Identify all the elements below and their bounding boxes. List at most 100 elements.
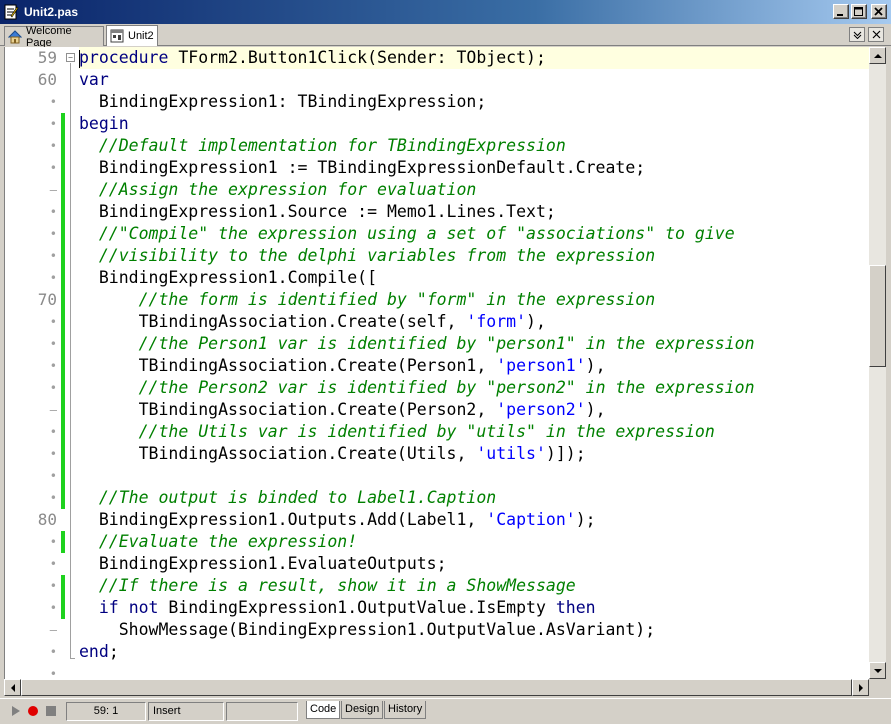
code-line[interactable]: BindingExpression1: TBindingExpression;: [79, 91, 869, 113]
tab-list-dropdown[interactable]: [849, 27, 865, 42]
line-number: •: [49, 227, 57, 241]
line-number: •: [49, 447, 57, 461]
line-number: •: [49, 425, 57, 439]
code-line[interactable]: var: [79, 69, 869, 91]
scroll-right-button[interactable]: [852, 679, 869, 696]
chevron-down-icon: [853, 31, 861, 39]
maximize-button[interactable]: [851, 4, 867, 19]
line-number: •: [49, 249, 57, 263]
code-line[interactable]: [79, 465, 869, 487]
editor-tab-strip: Welcome Page Unit2: [0, 24, 891, 49]
scroll-left-button[interactable]: [4, 679, 21, 696]
minimize-button[interactable]: [833, 4, 849, 19]
code-line[interactable]: TBindingAssociation.Create(Person1, 'per…: [79, 355, 869, 377]
line-number: •: [49, 315, 57, 329]
code-line[interactable]: [79, 663, 869, 679]
arrow-left-icon: [10, 683, 15, 692]
tab-welcome-page[interactable]: Welcome Page: [4, 25, 104, 49]
line-number: •: [49, 469, 57, 483]
pas-file-icon: [3, 4, 19, 20]
code-editor[interactable]: 59 60 • • • • – • • • • 70 • • • • – • • • • 80 • • • • – • • − proc…: [4, 47, 869, 679]
close-button[interactable]: [871, 4, 887, 19]
line-number: 60: [37, 70, 57, 89]
line-number: •: [49, 117, 57, 131]
vertical-scroll-thumb[interactable]: [869, 265, 886, 367]
code-line[interactable]: //"Compile" the expression using a set o…: [79, 223, 869, 245]
view-tab-design[interactable]: Design: [341, 701, 384, 719]
code-line[interactable]: //the form is identified by "form" in th…: [79, 289, 869, 311]
modified-lines-bar: [61, 113, 65, 509]
cursor-position: 59: 1: [66, 702, 146, 721]
line-number: •: [49, 205, 57, 219]
minimize-icon: [837, 13, 843, 16]
line-number: •: [49, 381, 57, 395]
tab-label: Unit2: [128, 30, 154, 42]
line-number: •: [49, 271, 57, 285]
code-line[interactable]: TBindingAssociation.Create(self, 'form')…: [79, 311, 869, 333]
arrow-up-icon: [873, 53, 882, 58]
line-number: •: [49, 337, 57, 351]
play-macro-icon[interactable]: [10, 705, 22, 717]
line-number: –: [49, 623, 57, 637]
code-line[interactable]: //Default implementation for TBindingExp…: [79, 135, 869, 157]
code-line[interactable]: //Evaluate the expression!: [79, 531, 869, 553]
close-tab-button[interactable]: [868, 27, 884, 42]
scroll-down-button[interactable]: [869, 662, 886, 679]
close-icon: [872, 30, 880, 39]
code-line[interactable]: BindingExpression1.Outputs.Add(Label1, '…: [79, 509, 869, 531]
line-number: •: [49, 535, 57, 549]
tab-unit2[interactable]: Unit2: [106, 25, 158, 46]
edit-mode: Insert: [148, 702, 224, 721]
line-number: –: [49, 183, 57, 197]
code-line[interactable]: end;: [79, 641, 869, 663]
window-title: Unit2.pas: [24, 5, 79, 19]
record-macro-icon[interactable]: [27, 705, 39, 717]
line-number: 80: [37, 510, 57, 529]
line-number: 59: [37, 48, 57, 67]
code-line[interactable]: if not BindingExpression1.OutputValue.Is…: [79, 597, 869, 619]
fold-guide: [70, 63, 71, 658]
line-number: 70: [37, 290, 57, 309]
code-line[interactable]: TBindingAssociation.Create(Utils, 'utils…: [79, 443, 869, 465]
horizontal-scroll-thumb[interactable]: [21, 679, 852, 696]
code-line[interactable]: BindingExpression1.EvaluateOutputs;: [79, 553, 869, 575]
arrow-right-icon: [858, 683, 863, 692]
code-line[interactable]: //the Person2 var is identified by "pers…: [79, 377, 869, 399]
line-number: •: [49, 359, 57, 373]
scroll-up-button[interactable]: [869, 47, 886, 64]
line-number: •: [49, 667, 57, 679]
line-number: •: [49, 161, 57, 175]
modified-lines-bar: [61, 531, 65, 553]
code-line[interactable]: BindingExpression1 := TBindingExpression…: [79, 157, 869, 179]
vertical-scrollbar[interactable]: [869, 47, 886, 679]
line-number: –: [49, 403, 57, 417]
line-number: •: [49, 601, 57, 615]
code-line[interactable]: //The output is binded to Label1.Caption: [79, 487, 869, 509]
unit-file-icon: [110, 29, 124, 43]
line-number: •: [49, 557, 57, 571]
close-icon: [874, 6, 883, 16]
code-line[interactable]: //the Person1 var is identified by "pers…: [79, 333, 869, 355]
line-number: •: [49, 491, 57, 505]
view-tab-history[interactable]: History: [384, 701, 427, 719]
title-bar: Unit2.pas: [0, 0, 891, 24]
code-line[interactable]: //visibility to the delphi variables fro…: [79, 245, 869, 267]
view-tab-code[interactable]: Code: [306, 701, 341, 719]
code-line[interactable]: begin: [79, 113, 869, 135]
code-line[interactable]: //If there is a result, show it in a Sho…: [79, 575, 869, 597]
code-line[interactable]: ShowMessage(BindingExpression1.OutputVal…: [79, 619, 869, 641]
line-number-gutter: 59 60 • • • • – • • • • 70 • • • • – • • • • 80 • • • • – • •: [5, 47, 61, 679]
code-line[interactable]: TBindingAssociation.Create(Person2, 'per…: [79, 399, 869, 421]
arrow-down-icon: [873, 668, 882, 673]
fold-toggle[interactable]: −: [66, 53, 75, 62]
line-number: •: [49, 95, 57, 109]
code-line[interactable]: //Assign the expression for evaluation: [79, 179, 869, 201]
code-line[interactable]: BindingExpression1.Compile([: [79, 267, 869, 289]
status-bar: 59: 1 Insert Code Design History: [0, 698, 891, 724]
code-line[interactable]: BindingExpression1.Source := Memo1.Lines…: [79, 201, 869, 223]
code-line[interactable]: //the Utils var is identified by "utils"…: [79, 421, 869, 443]
home-icon: [7, 29, 23, 44]
code-line[interactable]: procedure TForm2.Button1Click(Sender: TO…: [79, 47, 869, 69]
horizontal-scrollbar[interactable]: [4, 679, 869, 696]
stop-macro-icon[interactable]: [45, 705, 57, 717]
